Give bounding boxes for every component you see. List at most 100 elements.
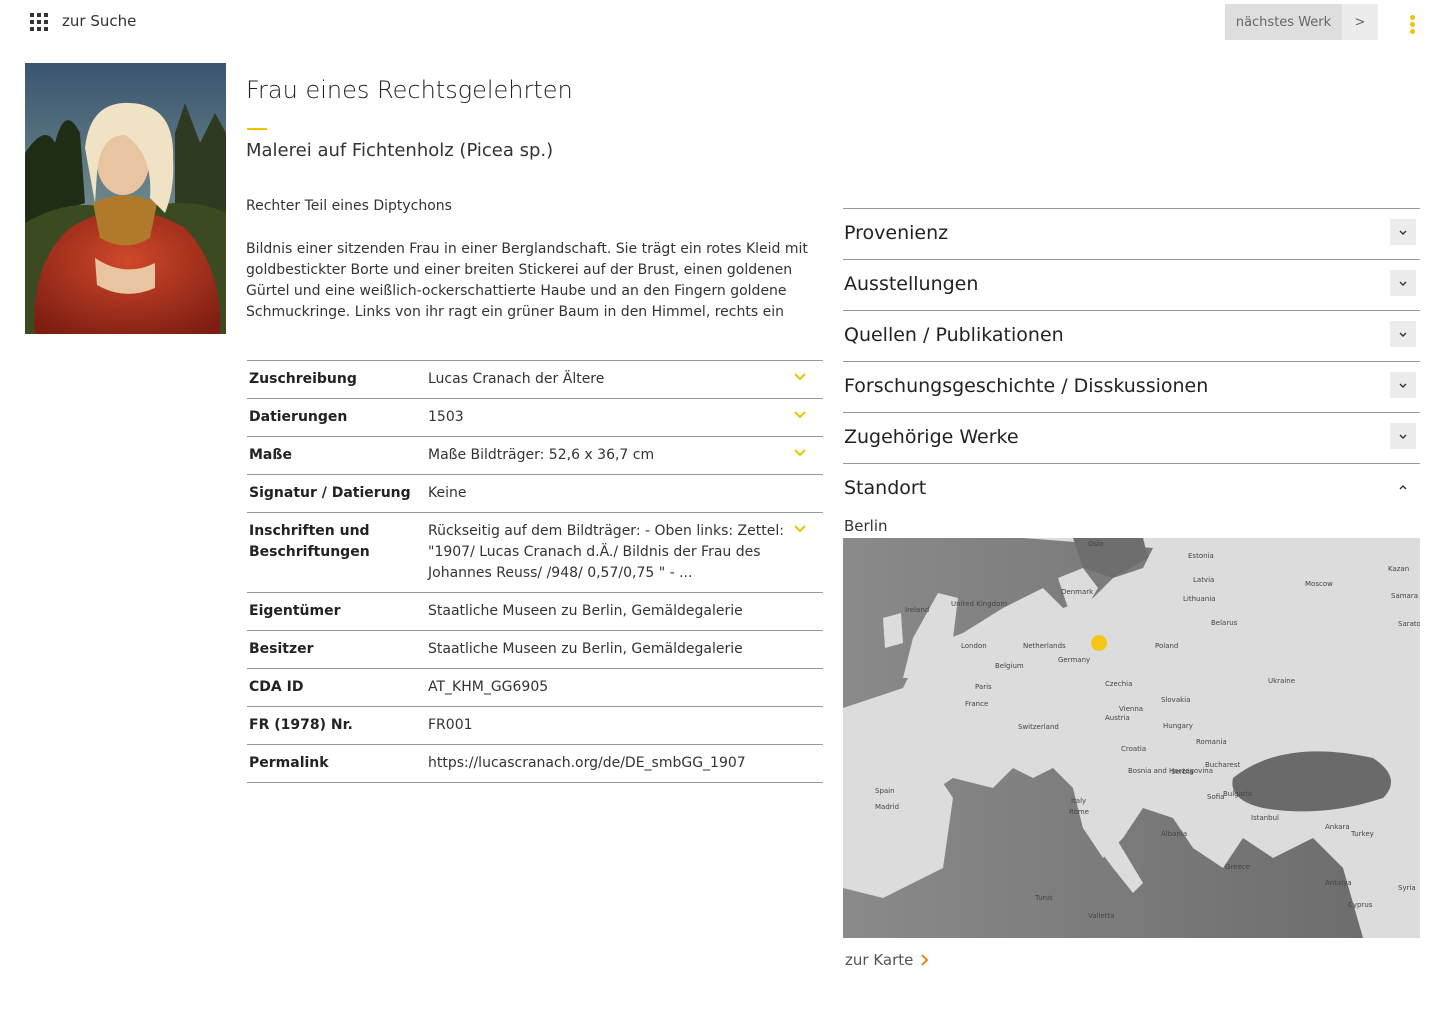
chevron-down-icon[interactable] bbox=[793, 445, 807, 459]
map-label: Moscow bbox=[1305, 580, 1333, 588]
artwork-description: Bildnis einer sitzenden Frau in einer Be… bbox=[246, 241, 808, 320]
map-label: Vienna bbox=[1119, 705, 1143, 713]
location-city: Berlin bbox=[844, 517, 888, 535]
fact-label: Permalink bbox=[249, 755, 329, 771]
section-title: Forschungsgeschichte / Disskussionen bbox=[844, 375, 1209, 397]
section-title: Provenienz bbox=[844, 222, 949, 244]
next-arrow-button[interactable]: > bbox=[1342, 4, 1378, 40]
artwork-part-note: Rechter Teil eines Diptychons bbox=[246, 198, 452, 214]
map-label: Saratov bbox=[1398, 620, 1420, 628]
map-label: Lithuania bbox=[1183, 595, 1215, 603]
fact-value: Maße Bildträger: 52,6 x 36,7 cm bbox=[428, 447, 655, 463]
next-work-button[interactable]: nächstes Werk bbox=[1225, 4, 1342, 40]
map-label: Tunis bbox=[1034, 894, 1053, 902]
map-label: Kazan bbox=[1388, 565, 1409, 573]
map-marker-berlin bbox=[1091, 635, 1107, 651]
map-label: Poland bbox=[1155, 642, 1178, 650]
fact-value: Staatliche Museen zu Berlin, Gemäldegale… bbox=[428, 641, 743, 657]
fact-row: Besitzer Staatliche Museen zu Berlin, Gem… bbox=[247, 631, 823, 669]
map-label: Romania bbox=[1196, 738, 1227, 746]
map-link-label: zur Karte bbox=[845, 951, 914, 969]
more-options-icon[interactable] bbox=[1407, 15, 1417, 37]
map-label: France bbox=[965, 700, 988, 708]
back-to-search-link[interactable]: zur Suche bbox=[62, 12, 136, 30]
fact-label: Maße bbox=[249, 447, 292, 463]
fact-row[interactable]: Zuschreibung Lucas Cranach der Ältere bbox=[247, 361, 823, 399]
fact-value: Lucas Cranach der Ältere bbox=[428, 371, 605, 387]
map-label: Latvia bbox=[1193, 576, 1214, 584]
fact-value: 1503 bbox=[428, 409, 464, 425]
map-svg: Oslo Estonia Latvia Moscow Kazan Denmark Lithu… bbox=[843, 538, 1420, 938]
sections-accordion: Provenienz Ausstellungen Quellen / Publika… bbox=[843, 208, 1420, 515]
section-ausstellungen[interactable]: Ausstellungen bbox=[843, 260, 1420, 311]
map-label: Turkey bbox=[1350, 830, 1374, 838]
map-label: Estonia bbox=[1188, 552, 1214, 560]
map-label: Austria bbox=[1105, 714, 1130, 722]
fact-value: AT_KHM_GG6905 bbox=[428, 679, 549, 695]
fact-label: Besitzer bbox=[249, 641, 314, 657]
fact-row[interactable]: Inschriften und Beschriftungen Rückseitig… bbox=[247, 513, 823, 593]
section-quellen-publikationen[interactable]: Quellen / Publikationen bbox=[843, 311, 1420, 362]
fact-row: Permalink https://lucascranach.org/de/DE_… bbox=[247, 745, 823, 783]
section-title: Zugehörige Werke bbox=[844, 426, 1019, 448]
map-label: Spain bbox=[875, 787, 895, 795]
chevron-down-icon[interactable] bbox=[793, 407, 807, 421]
chevron-down-icon[interactable] bbox=[793, 521, 807, 535]
facts-table: Zuschreibung Lucas Cranach der Ältere Dati… bbox=[247, 360, 823, 783]
section-forschungsgeschichte-disskussionen[interactable]: Forschungsgeschichte / Disskussionen bbox=[843, 362, 1420, 413]
map-link[interactable]: zur Karte bbox=[845, 951, 929, 969]
artwork-painting-svg bbox=[25, 63, 226, 334]
map-label: Hungary bbox=[1163, 722, 1193, 730]
chevron-down-icon[interactable] bbox=[1390, 423, 1416, 449]
chevron-right-icon bbox=[921, 954, 929, 966]
chevron-down-icon[interactable] bbox=[1390, 321, 1416, 347]
map-label: Netherlands bbox=[1023, 642, 1066, 650]
fact-value: Keine bbox=[428, 485, 467, 501]
map-label: Czechia bbox=[1105, 680, 1132, 688]
map-label: Belgium bbox=[995, 662, 1024, 670]
map-label: Samara bbox=[1391, 592, 1418, 600]
map-label: Istanbul bbox=[1251, 814, 1279, 822]
fact-label: Inschriften und Beschriftungen bbox=[249, 523, 370, 560]
artwork-subtitle: Malerei auf Fichtenholz (Picea sp.) bbox=[246, 140, 554, 161]
fact-value: https://lucascranach.org/de/DE_smbGG_190… bbox=[428, 755, 746, 771]
map-label: Greece bbox=[1225, 863, 1250, 871]
map-label: Rome bbox=[1069, 808, 1089, 816]
fact-row[interactable]: Maße Maße Bildträger: 52,6 x 36,7 cm bbox=[247, 437, 823, 475]
map-label: Italy bbox=[1071, 797, 1086, 805]
artwork-image[interactable] bbox=[25, 63, 226, 334]
section-title: Standort bbox=[844, 477, 927, 499]
fact-value: Rückseitig auf dem Bildträger: - Oben li… bbox=[428, 523, 784, 581]
fact-row[interactable]: Datierungen 1503 bbox=[247, 399, 823, 437]
grid-menu-icon[interactable] bbox=[30, 13, 48, 31]
location-map[interactable]: Oslo Estonia Latvia Moscow Kazan Denmark Lithu… bbox=[843, 538, 1420, 938]
fact-row: Eigentümer Staatliche Museen zu Berlin, G… bbox=[247, 593, 823, 631]
fact-row: Signatur / Datierung Keine bbox=[247, 475, 823, 513]
map-label: Paris bbox=[975, 683, 992, 691]
chevron-down-icon[interactable] bbox=[1390, 219, 1416, 245]
map-label: Cyprus bbox=[1348, 901, 1373, 909]
chevron-down-icon[interactable] bbox=[1390, 372, 1416, 398]
map-label: Belarus bbox=[1211, 619, 1238, 627]
chevron-down-icon[interactable] bbox=[1390, 270, 1416, 296]
title-accent-rule bbox=[247, 128, 267, 130]
map-label: Antalya bbox=[1325, 879, 1352, 887]
chevron-down-icon[interactable] bbox=[793, 369, 807, 383]
map-label: Switzerland bbox=[1018, 723, 1059, 731]
section-standort[interactable]: Standort bbox=[843, 464, 1420, 515]
fact-row: FR (1978) Nr. FR001 bbox=[247, 707, 823, 745]
fact-label: Zuschreibung bbox=[249, 371, 357, 387]
map-label: Ankara bbox=[1325, 823, 1350, 831]
map-label: Ireland bbox=[905, 606, 929, 614]
fact-label: FR (1978) Nr. bbox=[249, 717, 353, 733]
fact-label: CDA ID bbox=[249, 679, 304, 695]
section-zugehörige-werke[interactable]: Zugehörige Werke bbox=[843, 413, 1420, 464]
map-label: Albania bbox=[1161, 830, 1187, 838]
map-label: Denmark bbox=[1061, 588, 1094, 596]
chevron-up-icon[interactable] bbox=[1390, 474, 1416, 500]
section-provenienz[interactable]: Provenienz bbox=[843, 209, 1420, 260]
map-label: Bulgaria bbox=[1223, 790, 1252, 798]
artwork-title: Frau eines Rechtsgelehrten bbox=[246, 76, 573, 104]
fact-value: FR001 bbox=[428, 717, 473, 733]
map-label: Madrid bbox=[875, 803, 899, 811]
